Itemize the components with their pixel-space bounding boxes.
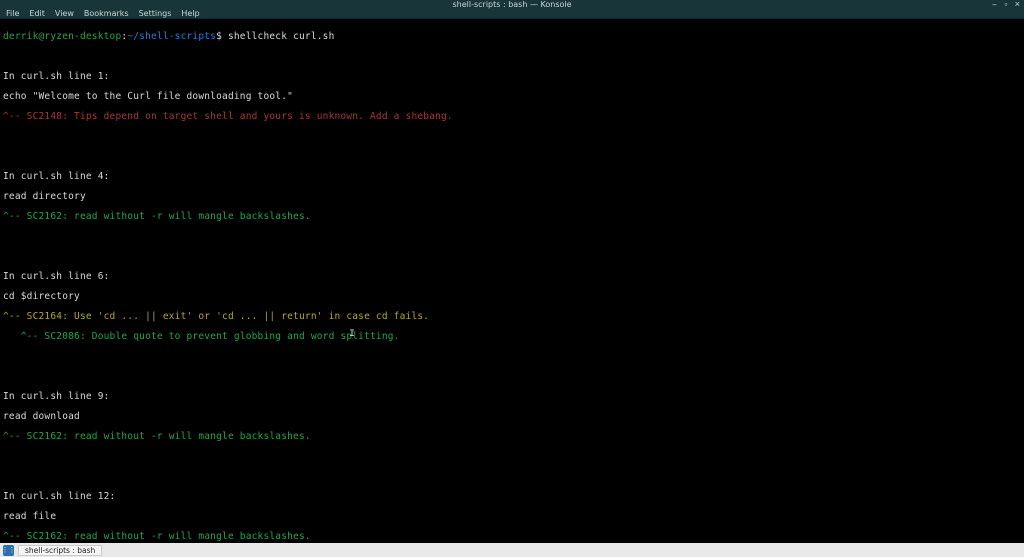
- taskbar-item-konsole[interactable]: shell-scripts : bash: [18, 545, 102, 556]
- menu-file[interactable]: File: [6, 9, 19, 18]
- warning-sc2162-c: ^-- SC2162: read without -r will mangle …: [3, 532, 1021, 542]
- code-line-4: read directory: [3, 192, 1021, 202]
- menu-help[interactable]: Help: [181, 9, 199, 18]
- prompt-user-host: derrik@ryzen-desktop: [3, 31, 121, 42]
- heading-line-9: In curl.sh line 9:: [3, 392, 1021, 402]
- heading-line-4: In curl.sh line 4:: [3, 172, 1021, 182]
- menu-bookmarks[interactable]: Bookmarks: [84, 9, 129, 18]
- window-title: shell-scripts : bash — Konsole: [452, 0, 571, 9]
- titlebar[interactable]: shell-scripts : bash — Konsole – ▫ ×: [0, 0, 1024, 9]
- app-window: shell-scripts : bash — Konsole – ▫ × Fil…: [0, 0, 1024, 557]
- heading-line-6: In curl.sh line 6:: [3, 272, 1021, 282]
- warning-sc2162-a: ^-- SC2162: read without -r will mangle …: [3, 212, 1021, 222]
- text-caret-icon: I: [349, 329, 355, 340]
- app-launcher-icon[interactable]: ⋮⋮: [3, 545, 14, 556]
- warning-sc2148: ^-- SC2148: Tips depend on target shell …: [3, 112, 1021, 122]
- code-line-1: echo "Welcome to the Curl file downloadi…: [3, 92, 1021, 102]
- heading-line-1: In curl.sh line 1:: [3, 72, 1021, 82]
- menu-edit[interactable]: Edit: [29, 9, 45, 18]
- warning-sc2086-a: ^-- SC2086: Double quote to prevent glob…: [3, 332, 1021, 342]
- code-line-12: read file: [3, 512, 1021, 522]
- menubar: File Edit View Bookmarks Settings Help: [0, 9, 1024, 19]
- minimize-icon[interactable]: –: [992, 1, 997, 10]
- command-text: shellcheck curl.sh: [222, 31, 334, 42]
- taskbar: ⋮⋮ shell-scripts : bash: [0, 543, 1024, 557]
- menu-view[interactable]: View: [55, 9, 74, 18]
- window-controls: – ▫ ×: [992, 1, 1020, 10]
- prompt-path: ~/shell-scripts: [127, 31, 216, 42]
- terminal-area[interactable]: derrik@ryzen-desktop:~/shell-scripts$ sh…: [0, 19, 1024, 557]
- warning-sc2164: ^-- SC2164: Use 'cd ... || exit' or 'cd …: [3, 312, 1021, 322]
- heading-line-12: In curl.sh line 12:: [3, 492, 1021, 502]
- code-line-6: cd $directory: [3, 292, 1021, 302]
- close-icon[interactable]: ×: [1015, 1, 1020, 10]
- menu-settings[interactable]: Settings: [139, 9, 172, 18]
- maximize-icon[interactable]: ▫: [1003, 1, 1008, 10]
- code-line-9: read download: [3, 412, 1021, 422]
- warning-sc2162-b: ^-- SC2162: read without -r will mangle …: [3, 432, 1021, 442]
